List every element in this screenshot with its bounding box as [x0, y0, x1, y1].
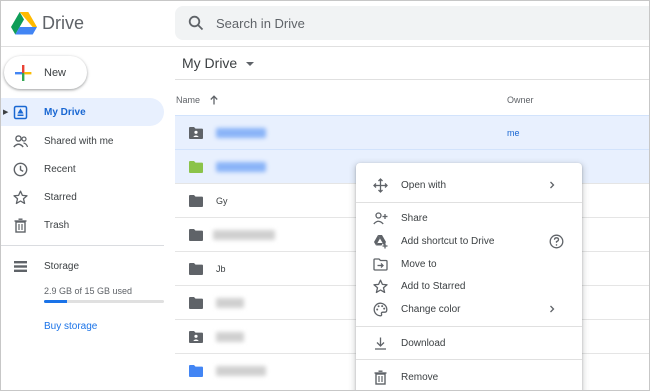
menu-item-share[interactable]: Share — [356, 207, 582, 229]
sidebar-item-storage[interactable]: Storage — [1, 252, 164, 280]
column-header-owner[interactable]: Owner — [507, 95, 534, 105]
chevron-right-icon — [550, 305, 555, 313]
file-name: Gy — [216, 196, 228, 206]
menu-item-label: Move to — [401, 258, 437, 270]
redacted-filename — [216, 332, 244, 342]
sidebar-item-trash[interactable]: Trash — [1, 211, 164, 239]
redacted-filename — [216, 366, 266, 376]
menu-item-move-to[interactable]: Move to — [356, 253, 582, 275]
trash-icon — [14, 218, 27, 233]
menu-item-download[interactable]: Download — [356, 332, 582, 354]
menu-divider — [356, 202, 582, 203]
folder-icon — [189, 195, 203, 207]
menu-divider — [356, 326, 582, 327]
app-name: Drive — [42, 12, 85, 33]
table-row[interactable]: me — [175, 115, 649, 149]
column-header-name[interactable]: Name — [176, 95, 219, 105]
plus-icon — [15, 64, 32, 81]
open-with-icon — [373, 177, 388, 193]
sidebar-item-recent[interactable]: Recent — [1, 155, 164, 183]
sidebar-item-label: Recent — [44, 163, 76, 175]
palette-icon — [373, 302, 388, 316]
context-menu: Open with Share Add shortcut to Drive Mo… — [356, 163, 582, 390]
redacted-filename — [216, 162, 266, 172]
storage-progress-fill — [44, 300, 68, 303]
new-button-label: New — [44, 66, 67, 79]
expand-arrow-icon[interactable]: ▶ — [3, 108, 8, 116]
clock-icon — [13, 162, 28, 176]
sidebar-item-label: My Drive — [44, 106, 86, 118]
blue-folder-icon — [189, 365, 203, 377]
menu-divider — [356, 359, 582, 360]
storage-used-text: 2.9 GB of 15 GB used — [44, 286, 133, 296]
sidebar-item-label: Shared with me — [44, 135, 114, 147]
redacted-filename — [216, 128, 266, 138]
redacted-filename — [216, 298, 244, 308]
storage-icon — [14, 260, 27, 272]
share-icon — [373, 211, 388, 224]
shared-folder-icon — [189, 331, 203, 343]
breadcrumb[interactable]: My Drive — [182, 55, 255, 71]
move-to-icon — [373, 257, 388, 271]
sidebar-item-my-drive[interactable]: ▶ My Drive — [1, 98, 164, 126]
caret-down-icon — [246, 62, 255, 66]
trash-icon — [374, 370, 387, 385]
menu-item-label: Change color — [401, 303, 461, 315]
redacted-filename — [213, 230, 275, 240]
sidebar-item-label: Starred — [44, 191, 77, 203]
sort-up-arrow-icon[interactable] — [209, 95, 219, 105]
shared-folder-icon — [189, 127, 203, 139]
sidebar-item-shared-with-me[interactable]: Shared with me — [1, 127, 164, 155]
sidebar-item-label: Trash — [44, 219, 70, 231]
drive-window: Drive New ▶ My Drive — [0, 0, 650, 391]
sidebar-item-starred[interactable]: Starred — [1, 183, 164, 211]
sidebar-divider — [1, 245, 164, 246]
search-icon[interactable] — [188, 15, 204, 31]
my-drive-icon — [13, 105, 28, 119]
green-folder-icon — [189, 161, 203, 173]
header-divider — [1, 46, 649, 47]
add-shortcut-icon — [374, 234, 388, 248]
folder-icon — [189, 297, 203, 309]
menu-item-label: Add shortcut to Drive — [401, 235, 495, 247]
help-icon[interactable] — [549, 234, 564, 249]
search-input[interactable] — [216, 15, 596, 31]
menu-item-label: Add to Starred — [401, 280, 466, 292]
drive-logo-icon — [11, 11, 37, 34]
people-icon — [13, 134, 28, 147]
menu-item-change-color[interactable]: Change color — [356, 298, 582, 320]
download-icon — [375, 337, 386, 350]
menu-item-add-to-starred[interactable]: Add to Starred — [356, 275, 582, 297]
sidebar-item-label: Storage — [44, 260, 80, 272]
menu-item-label: Download — [401, 337, 446, 349]
main-divider — [175, 79, 649, 80]
chevron-right-icon — [550, 181, 555, 189]
page-title: My Drive — [182, 55, 238, 71]
column-header-label: Name — [176, 95, 201, 105]
drive-logo[interactable]: Drive — [11, 9, 84, 37]
search-bar[interactable] — [175, 6, 649, 40]
folder-icon — [189, 263, 203, 275]
star-icon — [373, 279, 388, 293]
file-owner: me — [507, 128, 520, 138]
file-name: Jb — [216, 264, 226, 274]
menu-item-add-shortcut[interactable]: Add shortcut to Drive — [356, 230, 582, 252]
folder-icon — [189, 229, 203, 241]
new-button[interactable]: New — [4, 56, 87, 89]
menu-item-open-with[interactable]: Open with — [356, 174, 582, 196]
menu-item-remove[interactable]: Remove — [356, 366, 582, 388]
buy-storage-link[interactable]: Buy storage — [44, 321, 97, 332]
menu-item-label: Open with — [401, 179, 447, 191]
menu-item-label: Remove — [401, 371, 439, 383]
storage-progress-bar — [44, 300, 164, 303]
menu-item-label: Share — [401, 212, 428, 224]
star-icon — [13, 190, 28, 204]
